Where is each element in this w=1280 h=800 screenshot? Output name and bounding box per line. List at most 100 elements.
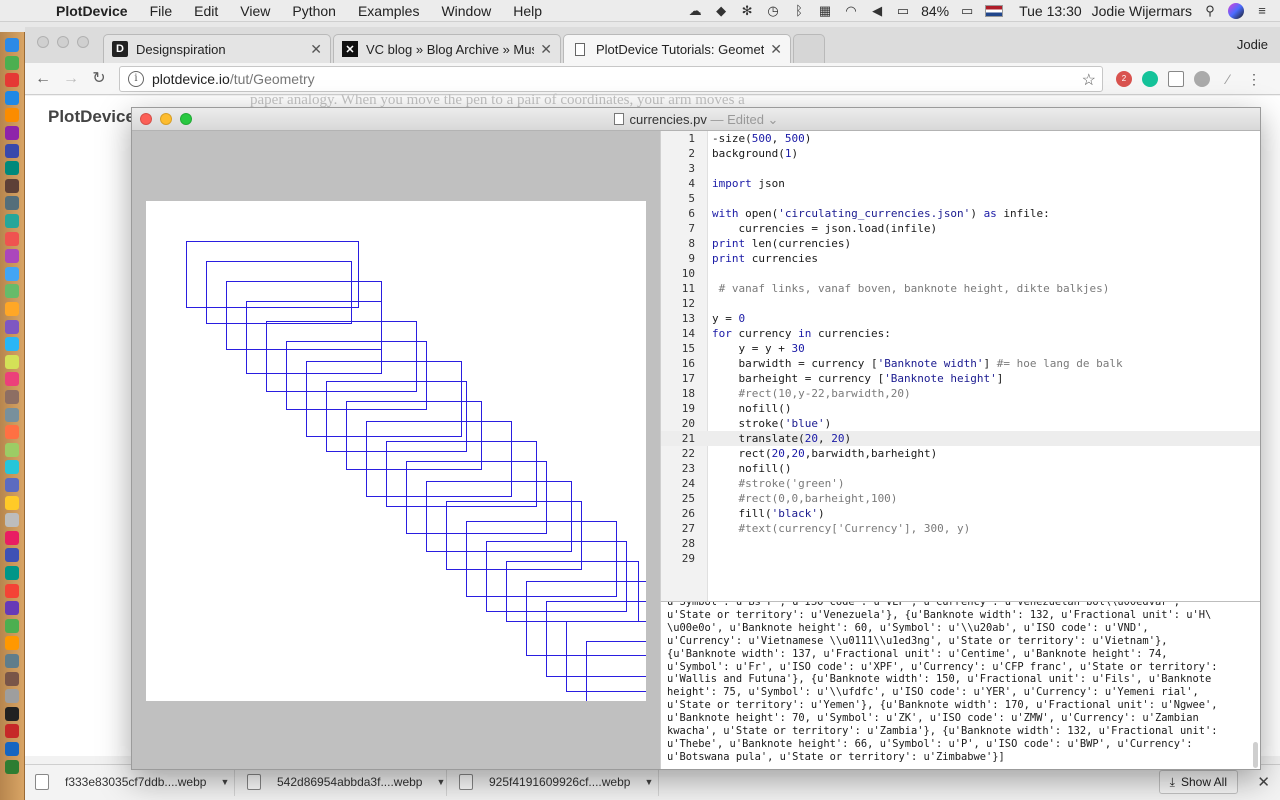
code-line[interactable]: 24 #stroke('green'): [661, 476, 1260, 491]
menu-help[interactable]: Help: [509, 3, 546, 19]
code-line[interactable]: 29: [661, 551, 1260, 566]
dock-app-icon[interactable]: [5, 302, 19, 316]
chevron-down-icon[interactable]: ▼: [436, 777, 445, 787]
dock-app-icon[interactable]: [5, 90, 19, 105]
code-line[interactable]: 11 # vanaf links, vanaf boven, banknote …: [661, 281, 1260, 296]
dock-app-icon[interactable]: [5, 73, 19, 88]
wifi-icon[interactable]: ◠: [843, 4, 859, 18]
dock-app-icon[interactable]: [5, 636, 19, 651]
code-line[interactable]: 20 stroke('blue'): [661, 416, 1260, 431]
notification-center-icon[interactable]: ≡: [1254, 4, 1270, 18]
edited-status[interactable]: — Edited: [707, 112, 763, 127]
dock-app-icon[interactable]: [5, 566, 19, 580]
tab-plotdevice-tutorials[interactable]: PlotDevice Tutorials: Geometry ✕: [563, 34, 791, 63]
code-line[interactable]: 21 translate(20, 20): [661, 431, 1260, 446]
close-downloads-icon[interactable]: ✕: [1257, 773, 1270, 791]
dock-app-icon[interactable]: [5, 266, 19, 281]
profile-name[interactable]: Jodie: [1237, 37, 1268, 52]
user-name[interactable]: Jodie Wijermars: [1092, 3, 1192, 19]
battery-icon[interactable]: ▭: [959, 4, 975, 18]
clock[interactable]: Tue 13:30: [1019, 3, 1082, 19]
code-line[interactable]: 28: [661, 536, 1260, 551]
eyedropper-icon[interactable]: ⁄: [1220, 71, 1236, 87]
dock-app-icon[interactable]: [5, 425, 19, 440]
dock-app-icon[interactable]: [5, 196, 19, 211]
dock-app-icon[interactable]: [5, 214, 19, 228]
code-line[interactable]: 6 with open('circulating_currencies.json'…: [661, 206, 1260, 221]
grammarly-icon[interactable]: [1142, 71, 1158, 87]
memory-icon[interactable]: ▦: [817, 4, 833, 18]
code-line[interactable]: 27 #text(currency['Currency'], 300, y): [661, 521, 1260, 536]
dropbox-icon[interactable]: ◆: [713, 4, 729, 18]
volume-icon[interactable]: ◀: [869, 4, 885, 18]
dock-app-icon[interactable]: [5, 706, 19, 721]
zoom-window-button[interactable]: [77, 36, 89, 48]
spotlight-search-icon[interactable]: ⚲: [1202, 4, 1218, 18]
dock-app-icon[interactable]: [5, 478, 19, 492]
close-tab-icon[interactable]: ✕: [310, 41, 322, 58]
code-line[interactable]: 2 background(1): [661, 146, 1260, 161]
reload-icon[interactable]: ↻: [88, 68, 110, 90]
code-line[interactable]: 23 nofill(): [661, 461, 1260, 476]
dock-app-icon[interactable]: [5, 442, 19, 457]
extension-badge-icon[interactable]: 2: [1116, 71, 1132, 87]
dock-app-icon[interactable]: [5, 460, 19, 475]
dock-app-icon[interactable]: [5, 495, 19, 510]
code-line[interactable]: 10: [661, 266, 1260, 281]
dock-app-icon[interactable]: [5, 126, 19, 140]
new-tab-button[interactable]: [793, 34, 825, 63]
dock-app-icon[interactable]: [5, 671, 19, 686]
code-editor[interactable]: 1 -size(500, 500) 2 background(1) 3 4 import j…: [660, 131, 1260, 601]
dock-app-icon[interactable]: [5, 618, 19, 633]
chevron-down-icon[interactable]: ▼: [644, 777, 653, 787]
forward-arrow-icon[interactable]: →: [60, 68, 82, 90]
minimize-window-button[interactable]: [57, 36, 69, 48]
download-item[interactable]: 925f4191609926cf....webp ▼: [459, 768, 659, 796]
code-line[interactable]: 7 currencies = json.load(infile): [661, 221, 1260, 236]
dock-app-icon[interactable]: [5, 759, 19, 774]
dock-app-icon[interactable]: [5, 583, 19, 598]
dock-app-icon[interactable]: [5, 337, 19, 352]
code-line[interactable]: 9 print currencies: [661, 251, 1260, 266]
dock-app-icon[interactable]: [5, 178, 19, 193]
dock-app-icon[interactable]: [5, 161, 19, 176]
code-line[interactable]: 18 #rect(10,y-22,barwidth,20): [661, 386, 1260, 401]
dock-app-icon[interactable]: [5, 143, 19, 158]
dock-app-icon[interactable]: [5, 354, 19, 369]
menu-edit[interactable]: Edit: [190, 3, 222, 19]
dock-app-icon[interactable]: [5, 742, 19, 756]
code-line[interactable]: 4 import json: [661, 176, 1260, 191]
console-scrollbar[interactable]: [1253, 742, 1258, 768]
menu-python[interactable]: Python: [288, 3, 340, 19]
code-line[interactable]: 17 barheight = currency ['Banknote heigh…: [661, 371, 1260, 386]
battery-percent[interactable]: 84%: [921, 3, 949, 19]
code-line[interactable]: 8 print len(currencies): [661, 236, 1260, 251]
code-line[interactable]: 22 rect(20,20,barwidth,barheight): [661, 446, 1260, 461]
siri-icon[interactable]: [1228, 3, 1244, 19]
code-line[interactable]: 15 y = y + 30: [661, 341, 1260, 356]
dock-app-icon[interactable]: [5, 724, 19, 739]
time-machine-icon[interactable]: ◷: [765, 4, 781, 18]
dock-app-icon[interactable]: [5, 372, 19, 387]
airplay-icon[interactable]: ▭: [895, 4, 911, 18]
dock-app-icon[interactable]: [5, 319, 19, 334]
dock-app-icon[interactable]: [5, 231, 19, 246]
download-item[interactable]: 542d86954abbda3f....webp ▼: [247, 768, 447, 796]
address-bar[interactable]: i plotdevice.io /tut/Geometry ☆: [119, 66, 1103, 92]
code-line[interactable]: 19 nofill(): [661, 401, 1260, 416]
dock-app-icon[interactable]: [5, 38, 19, 52]
dock-app-icon[interactable]: [5, 530, 19, 545]
dock-app-icon[interactable]: [5, 407, 19, 422]
dock-app-icon[interactable]: [5, 55, 19, 70]
menu-app-name[interactable]: PlotDevice: [52, 3, 132, 19]
dock-app-icon[interactable]: [5, 284, 19, 299]
menu-view[interactable]: View: [236, 3, 274, 19]
chevron-down-icon[interactable]: ▼: [220, 777, 229, 787]
code-line[interactable]: 12: [661, 296, 1260, 311]
creative-cloud-icon[interactable]: ☁: [687, 4, 703, 18]
code-line[interactable]: 25 #rect(0,0,barheight,100): [661, 491, 1260, 506]
dock-app-icon[interactable]: [5, 390, 19, 404]
site-info-icon[interactable]: i: [128, 71, 144, 87]
chrome-menu-icon[interactable]: ⋮: [1246, 71, 1262, 87]
code-line[interactable]: 13 y = 0: [661, 311, 1260, 326]
